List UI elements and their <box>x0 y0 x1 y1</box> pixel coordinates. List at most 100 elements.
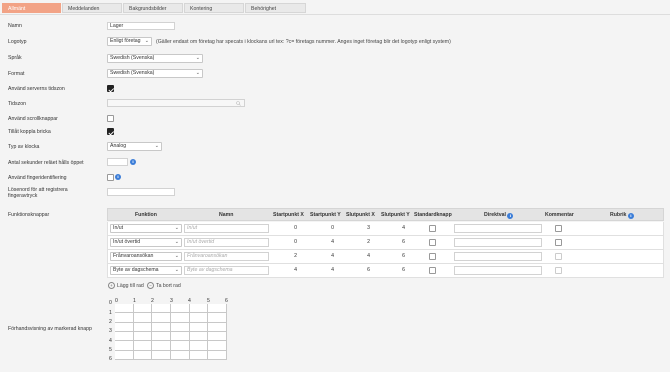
grid-y-tick: 4 <box>109 338 112 344</box>
timezone-label: Tidszon <box>8 101 26 107</box>
language-value: Swedish (Svenska) <box>110 55 155 61</box>
slutpunkt-x-cell[interactable]: 6 <box>346 264 370 277</box>
timezone-input[interactable] <box>107 99 245 107</box>
header-slutpunkt-y: Slutpunkt Y <box>381 212 410 218</box>
slutpunkt-y-cell[interactable]: 4 <box>381 222 405 235</box>
name-placeholder: Frånvaroansökan <box>187 253 228 259</box>
server-tz-label: Använd serverns tidszon <box>8 86 65 92</box>
preview-grid-cell <box>152 304 171 314</box>
header-standardknapp: Standardknapp <box>414 212 452 218</box>
preview-grid-cell <box>189 313 209 323</box>
slutpunkt-y-cell[interactable]: 6 <box>381 250 405 263</box>
startpunkt-y-cell[interactable]: 4 <box>310 236 334 249</box>
standardknapp-checkbox[interactable] <box>429 239 436 246</box>
format-label: Format <box>8 71 25 77</box>
format-select[interactable]: Swedish (Svenska) ⌄ <box>107 69 203 78</box>
kommentar-checkbox[interactable] <box>555 225 562 232</box>
kommentar-checkbox[interactable] <box>555 267 562 274</box>
info-icon[interactable]: i <box>115 174 121 180</box>
function-select[interactable]: In/ut övertid ⌄ <box>110 238 182 247</box>
header-startpunkt-y: Startpunkt Y <box>310 212 341 218</box>
startpunkt-x-cell[interactable]: 0 <box>273 222 297 235</box>
preview-grid-cell <box>171 322 190 332</box>
preview-grid-cell <box>171 313 190 323</box>
name-cell-input[interactable]: Frånvaroansökan <box>184 252 269 261</box>
startpunkt-x-cell[interactable]: 2 <box>273 250 297 263</box>
preview-grid-cell <box>208 341 227 351</box>
preview-grid-cell <box>152 313 171 323</box>
language-label: Språk <box>8 55 22 61</box>
language-select[interactable]: Swedish (Svenska) ⌄ <box>107 54 203 63</box>
preview-grid-cell <box>152 322 171 332</box>
preview-grid-cell <box>115 332 134 342</box>
header-namn: Namn <box>219 212 234 218</box>
preview-grid-cell <box>189 304 209 314</box>
tab-bakgrundsbilder[interactable]: Bakgrundsbilder <box>123 3 183 13</box>
chevron-down-icon: ⌄ <box>195 70 200 76</box>
grid-y-tick: 2 <box>109 319 112 325</box>
direktval-input[interactable] <box>454 238 542 247</box>
add-row-label: Lägg till rad <box>117 282 144 289</box>
slutpunkt-x-cell[interactable]: 4 <box>346 250 370 263</box>
seconds-input[interactable] <box>107 158 128 166</box>
startpunkt-y-cell[interactable]: 4 <box>310 264 334 277</box>
slutpunkt-y-cell[interactable]: 6 <box>381 264 405 277</box>
preview-grid-cell <box>208 332 227 342</box>
scroll-checkbox[interactable] <box>107 115 114 122</box>
preview-grid-cell <box>115 322 134 332</box>
header-kommentar: Kommentar <box>545 212 574 218</box>
table-row: In/ut ⌄ In/ut 0 0 3 4 <box>107 222 664 236</box>
direktval-input[interactable] <box>454 224 542 233</box>
kommentar-checkbox[interactable] <box>555 239 562 246</box>
function-select[interactable]: Frånvaroansökan ⌄ <box>110 252 182 261</box>
preview-grid-cell <box>133 350 153 360</box>
direktval-input[interactable] <box>454 266 542 275</box>
info-icon[interactable]: i <box>130 159 136 165</box>
tab-allmant[interactable]: Allmänt <box>2 3 61 13</box>
badge-checkbox[interactable] <box>107 128 114 135</box>
slutpunkt-y-cell[interactable]: 6 <box>381 236 405 249</box>
kommentar-checkbox[interactable] <box>555 253 562 260</box>
startpunkt-x-cell[interactable]: 4 <box>273 264 297 277</box>
preview-grid-cell <box>152 341 171 351</box>
startpunkt-x-cell[interactable]: 0 <box>273 236 297 249</box>
slutpunkt-x-cell[interactable]: 2 <box>346 236 370 249</box>
tab-kontering[interactable]: Kontering <box>184 3 244 13</box>
tab-behorighet[interactable]: Behörighet <box>245 3 306 13</box>
remove-row-label: Ta bort rad <box>156 282 181 289</box>
logo-select[interactable]: Enligt företag ⌄ <box>107 37 152 46</box>
fingerprint-checkbox[interactable] <box>107 174 114 181</box>
standardknapp-checkbox[interactable] <box>429 253 436 260</box>
preview-label: Förhandsvisning av markerad knapp <box>8 326 92 332</box>
info-icon[interactable]: i <box>507 213 514 219</box>
name-cell-input[interactable]: Byte av dagschema <box>184 266 269 275</box>
server-tz-checkbox[interactable] <box>107 85 114 92</box>
tab-meddelanden[interactable]: Meddelanden <box>62 3 122 13</box>
function-select[interactable]: In/ut ⌄ <box>110 224 182 233</box>
name-input[interactable]: Lager <box>107 22 175 30</box>
direktval-input[interactable] <box>454 252 542 261</box>
password-input[interactable] <box>107 188 175 196</box>
name-value: Lager <box>110 23 124 29</box>
chevron-down-icon: ⌄ <box>174 239 179 245</box>
standardknapp-checkbox[interactable] <box>429 267 436 274</box>
preview-grid-cell <box>171 332 190 342</box>
name-placeholder: In/ut <box>187 225 198 231</box>
tab-label: Behörighet <box>251 6 277 12</box>
clock-type-select[interactable]: Analog ⌄ <box>107 142 162 151</box>
function-value: Frånvaroansökan <box>113 253 154 259</box>
remove-row-button[interactable]: − Ta bort rad <box>147 282 181 290</box>
startpunkt-y-cell[interactable]: 4 <box>310 250 334 263</box>
standardknapp-checkbox[interactable] <box>429 225 436 232</box>
function-select[interactable]: Byte av dagschema ⌄ <box>110 266 182 275</box>
header-rubrik: Rubrik i <box>610 209 634 221</box>
slutpunkt-x-cell[interactable]: 3 <box>346 222 370 235</box>
info-icon[interactable]: i <box>627 213 634 219</box>
tab-label: Meddelanden <box>68 6 100 12</box>
name-cell-input[interactable]: In/ut <box>184 224 269 233</box>
function-value: In/ut <box>113 225 124 231</box>
search-icon <box>236 101 241 106</box>
startpunkt-y-cell[interactable]: 0 <box>310 222 334 235</box>
name-cell-input[interactable]: In/ut övertid <box>184 238 269 247</box>
add-row-button[interactable]: + Lägg till rad <box>108 282 144 290</box>
